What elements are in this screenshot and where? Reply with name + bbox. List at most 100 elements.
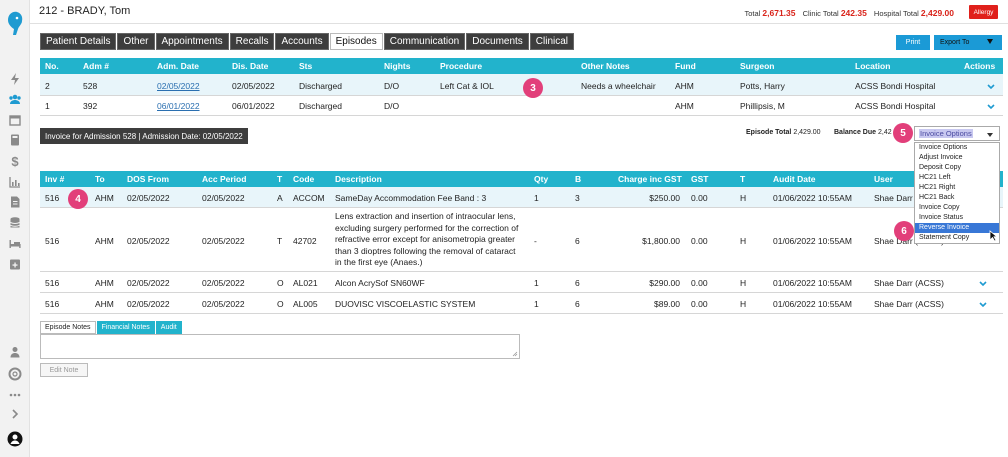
option-invoice-status[interactable]: Invoice Status	[915, 213, 999, 223]
step-badge: 3	[523, 78, 543, 98]
tab-bar: Patient Details Other Appointments Recal…	[40, 33, 575, 50]
col-sts: Sts	[299, 61, 313, 71]
option-hc21-back[interactable]: HC21 Back	[915, 193, 999, 203]
profile-icon[interactable]	[7, 431, 23, 447]
invoice-options-select[interactable]: Invoice Options	[914, 126, 1000, 141]
col-gst: GST	[691, 174, 709, 184]
col-b: B	[575, 174, 582, 184]
line-dos: 02/05/2022	[127, 278, 170, 288]
line-charge: $89.00	[654, 299, 680, 309]
option-adjust-invoice[interactable]: Adjust Invoice	[915, 153, 999, 163]
line-t2: H	[740, 299, 747, 309]
option-reverse-invoice[interactable]: Reverse Invoice	[915, 223, 999, 233]
tab-episodes[interactable]: Episodes	[329, 33, 383, 50]
help-icon[interactable]	[7, 366, 23, 382]
option-hc21-right[interactable]: HC21 Right	[915, 183, 999, 193]
episode-status: Discharged	[299, 81, 342, 91]
chevron-down-icon[interactable]	[986, 83, 996, 91]
episodes-header: No. Adm # Adm. Date Dis. Date Sts Nights…	[40, 58, 1003, 74]
line-description: Lens extraction and insertion of intraoc…	[335, 211, 518, 269]
dollar-icon[interactable]: $	[7, 153, 23, 169]
tab-other[interactable]: Other	[117, 33, 155, 50]
invoice-options-selected: Invoice Options	[919, 129, 973, 138]
episode-adm-date-link[interactable]: 02/05/2022	[157, 81, 200, 91]
description-line: excluding surgery performed for the corr…	[335, 222, 519, 233]
clinic-total-value: 242.35	[840, 8, 867, 18]
database-icon[interactable]	[7, 215, 23, 231]
option-invoice-copy[interactable]: Invoice Copy	[915, 203, 999, 213]
invoice-line-row[interactable]: 516 AHM 02/05/2022 02/05/2022 O AL005 DU…	[40, 293, 1003, 314]
tab-documents[interactable]: Documents	[466, 33, 529, 50]
line-qty: -	[534, 236, 537, 246]
clinic-total-label: Clinic Total	[802, 9, 839, 18]
tab-financial-notes[interactable]: Financial Notes	[96, 321, 155, 334]
tab-patient-details[interactable]: Patient Details	[40, 33, 117, 50]
tab-accounts[interactable]: Accounts	[275, 33, 329, 50]
person-icon[interactable]	[7, 344, 23, 360]
line-qty: 1	[534, 299, 539, 309]
notes-textarea[interactable]	[40, 334, 520, 359]
option-statement-copy[interactable]: Statement Copy	[915, 233, 999, 243]
users-icon[interactable]	[7, 91, 23, 107]
chevron-right-icon[interactable]	[7, 406, 23, 422]
calendar-icon[interactable]	[7, 112, 23, 128]
col-nights: Nights	[384, 61, 411, 71]
line-t2: H	[740, 193, 747, 203]
line-inv: 516	[45, 299, 60, 309]
calculator-icon[interactable]	[7, 132, 23, 148]
print-button[interactable]: Print	[896, 35, 930, 50]
episode-row[interactable]: 2 528 02/05/2022 02/05/2022 Discharged D…	[40, 74, 1003, 96]
line-to: AHM	[95, 299, 114, 309]
lightning-icon[interactable]	[7, 71, 23, 87]
tab-recalls[interactable]: Recalls	[229, 33, 275, 50]
line-gst: 0.00	[691, 236, 708, 246]
header: 212 - BRADY, Tom Total 2,671.35 Clinic T…	[30, 0, 1008, 24]
chart-icon[interactable]	[7, 174, 23, 190]
notes-tabs: Episode Notes Financial Notes Audit	[40, 321, 183, 334]
caret-down-icon	[987, 133, 993, 137]
line-description: DUOVISC VISCOELASTIC SYSTEM	[335, 299, 476, 309]
option-invoice-options[interactable]: Invoice Options	[915, 143, 999, 153]
step-badge: 4	[68, 189, 88, 209]
totals: Total 2,671.35 Clinic Total 242.35 Hospi…	[739, 8, 954, 18]
bed-icon[interactable]	[7, 235, 23, 251]
line-description: SameDay Accommodation Fee Band : 3	[335, 193, 487, 203]
allergy-button[interactable]: Allergy	[969, 5, 998, 19]
tab-appointments[interactable]: Appointments	[155, 33, 229, 50]
line-inv: 516	[45, 236, 60, 246]
resize-handle-icon[interactable]	[512, 351, 518, 357]
balance-due: Balance Due 2,42	[834, 129, 892, 136]
tab-communication[interactable]: Communication	[383, 33, 466, 50]
col-surgeon: Surgeon	[740, 61, 775, 71]
edit-note-button[interactable]: Edit Note	[40, 363, 88, 377]
line-acc: 02/05/2022	[202, 278, 245, 288]
more-icon[interactable]	[7, 387, 23, 403]
tab-audit[interactable]: Audit	[155, 321, 182, 334]
episode-adm-date-link[interactable]: 06/01/2022	[157, 101, 200, 111]
chevron-down-icon[interactable]	[978, 301, 988, 309]
svg-text:$: $	[11, 154, 19, 168]
chevron-down-icon[interactable]	[986, 103, 996, 111]
line-code: AL021	[293, 278, 318, 288]
sidebar: $	[0, 0, 30, 457]
option-hc21-left[interactable]: HC21 Left	[915, 173, 999, 183]
option-deposit-copy[interactable]: Deposit Copy	[915, 163, 999, 173]
invoice-line-row[interactable]: 516 AHM 02/05/2022 02/05/2022 A ACCOM Sa…	[40, 187, 1003, 208]
logo-icon	[8, 11, 23, 35]
chevron-down-icon[interactable]	[978, 280, 988, 288]
episode-total-value: 2,429.00	[793, 129, 821, 136]
col-inv: Inv #	[45, 174, 65, 184]
col-qty: Qty	[534, 174, 549, 184]
export-button[interactable]: Export To	[934, 35, 1002, 50]
tab-episode-notes[interactable]: Episode Notes	[40, 321, 96, 334]
invoice-line-row[interactable]: 516 AHM 02/05/2022 02/05/2022 T 42702 Le…	[40, 208, 1003, 272]
document-icon[interactable]	[7, 194, 23, 210]
tab-clinical[interactable]: Clinical	[529, 33, 575, 50]
episode-row[interactable]: 1 392 06/01/2022 06/01/2022 Discharged D…	[40, 96, 1003, 116]
episodes-table: No. Adm # Adm. Date Dis. Date Sts Nights…	[40, 58, 1003, 118]
calendar-plus-icon[interactable]	[7, 256, 23, 272]
invoice-line-row[interactable]: 516 AHM 02/05/2022 02/05/2022 O AL021 Al…	[40, 272, 1003, 293]
line-b: 3	[575, 193, 580, 203]
line-acc: 02/05/2022	[202, 193, 245, 203]
episode-adm: 392	[83, 101, 98, 111]
